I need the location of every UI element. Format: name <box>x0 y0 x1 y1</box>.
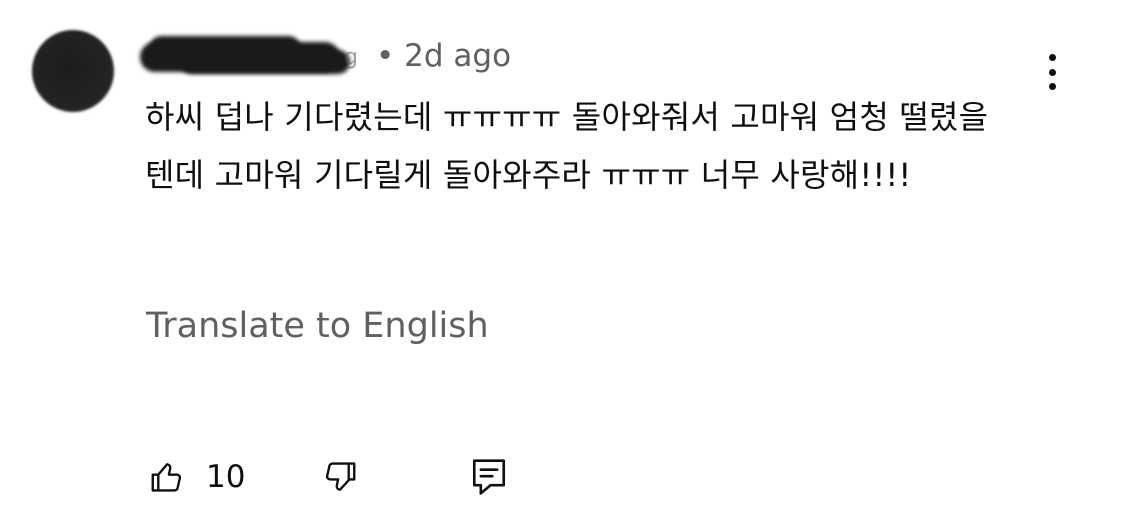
thumbs-up-icon <box>151 463 182 492</box>
comment-timestamp: • 2d ago <box>376 38 512 74</box>
translate-button[interactable]: Translate to English <box>146 306 489 346</box>
like-button[interactable] <box>148 458 186 496</box>
thumbs-down-icon <box>326 462 356 491</box>
more-options-button[interactable] <box>1034 52 1070 92</box>
comment-header: g • 2d ago <box>140 34 511 78</box>
reply-comment-icon <box>473 459 506 495</box>
author-name-redacted[interactable]: g <box>140 36 362 76</box>
more-vertical-icon-dot <box>1048 68 1056 76</box>
comment-body: 하씨 덥나 기다렸는데 ㅠㅠㅠㅠ 돌아와줘서 고마워 엄청 떨렸을 텐데 고마워… <box>145 98 989 194</box>
like-count: 10 <box>206 459 246 495</box>
dislike-button[interactable] <box>321 458 359 496</box>
reply-button[interactable] <box>471 457 507 497</box>
more-vertical-icon-dot <box>1048 83 1056 90</box>
author-name-fragment: g <box>344 45 358 70</box>
more-vertical-icon <box>1048 54 1056 61</box>
avatar[interactable] <box>32 30 114 112</box>
comment-actions: 10 <box>148 452 507 502</box>
